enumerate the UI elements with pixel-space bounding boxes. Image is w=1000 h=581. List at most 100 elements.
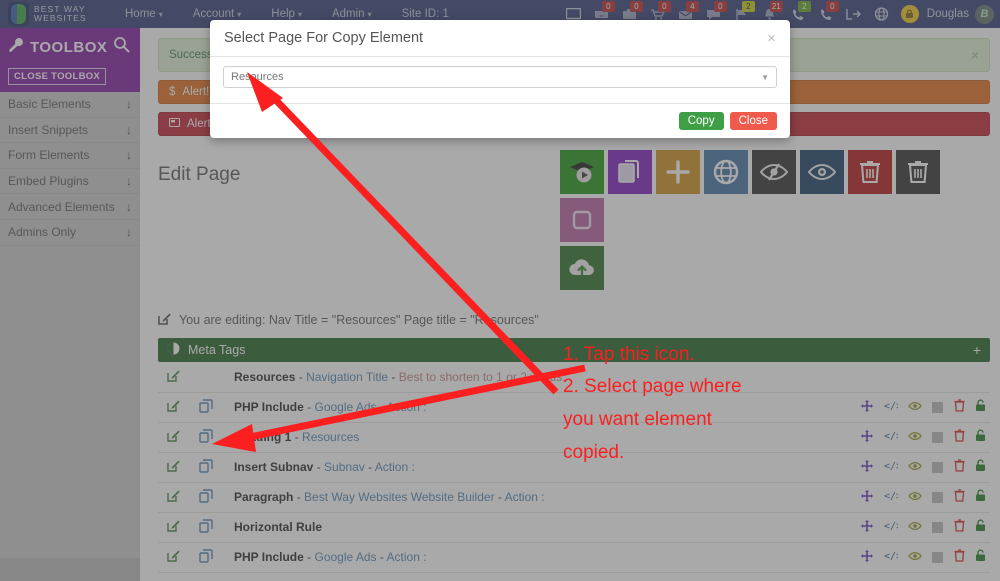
phone-icon[interactable]: 0 xyxy=(813,0,839,28)
edit-icon[interactable] xyxy=(166,550,180,565)
close-icon[interactable]: × xyxy=(971,47,979,63)
sidebar-item-embed-plugins[interactable]: Embed Plugins ↓ xyxy=(0,169,140,195)
edit-icon[interactable] xyxy=(166,460,180,475)
edit-cell[interactable] xyxy=(158,482,188,513)
element-action[interactable]: Action : xyxy=(375,460,415,474)
element-action[interactable]: Action : xyxy=(387,400,427,414)
edit-cell[interactable] xyxy=(158,512,188,543)
trash-icon[interactable] xyxy=(954,459,965,475)
edit-icon[interactable] xyxy=(166,430,180,445)
copy-element-icon[interactable] xyxy=(199,428,213,446)
copy-element-icon[interactable] xyxy=(199,488,213,506)
code-icon[interactable]: </> xyxy=(884,490,902,504)
move-icon[interactable] xyxy=(861,429,874,445)
nav-item-home[interactable]: Home ▾ xyxy=(110,8,178,20)
lock-icon[interactable] xyxy=(975,429,986,445)
element-action[interactable]: Action : xyxy=(387,550,427,564)
close-button[interactable]: Close xyxy=(729,112,777,130)
element-type[interactable]: Navigation Title xyxy=(306,370,388,384)
brand-logo[interactable]: BEST WAY WEBSITES xyxy=(0,2,110,26)
sidebar-item-basic-elements[interactable]: Basic Elements ↓ xyxy=(0,92,140,118)
table-row[interactable]: Horizontal Rule </> xyxy=(158,512,990,543)
edit-icon[interactable] xyxy=(166,520,180,535)
copy-element-icon[interactable] xyxy=(199,548,213,566)
trash-icon[interactable] xyxy=(954,489,965,505)
sidebar-item-insert-snippets[interactable]: Insert Snippets ↓ xyxy=(0,118,140,144)
square-icon[interactable] xyxy=(932,401,944,413)
trash-icon[interactable] xyxy=(954,429,965,445)
nav-item-admin[interactable]: Admin ▾ xyxy=(317,8,387,20)
move-icon[interactable] xyxy=(861,459,874,475)
copy-element-icon[interactable] xyxy=(199,398,213,416)
code-icon[interactable]: </> xyxy=(884,460,902,474)
table-row[interactable]: Resources - Navigation Title - Best to s… xyxy=(158,362,990,393)
delete-red-icon[interactable] xyxy=(848,150,892,194)
eye-icon[interactable] xyxy=(908,430,922,444)
code-icon[interactable]: </> xyxy=(884,430,902,444)
move-icon[interactable] xyxy=(861,399,874,415)
hide-code-icon[interactable] xyxy=(752,150,796,194)
element-type[interactable]: Subnav xyxy=(324,460,365,474)
close-toolbox-button[interactable]: CLOSE TOOLBOX xyxy=(8,68,107,85)
square-icon[interactable] xyxy=(932,491,944,503)
lock-icon[interactable] xyxy=(975,459,986,475)
site-logo-avatar[interactable]: B xyxy=(975,4,994,24)
lock-icon[interactable] xyxy=(975,399,986,415)
table-row[interactable]: PHP Include - Google Ads - Action : </> xyxy=(158,542,990,573)
element-type[interactable]: Google Ads xyxy=(314,400,376,414)
trash-icon[interactable] xyxy=(954,399,965,415)
edit-cell[interactable] xyxy=(158,362,188,393)
copy-page-icon[interactable] xyxy=(608,150,652,194)
code-icon[interactable]: </> xyxy=(884,550,902,564)
trash-icon[interactable] xyxy=(954,519,965,535)
edit-cell[interactable] xyxy=(158,542,188,573)
move-icon[interactable] xyxy=(861,549,874,565)
frame-icon[interactable] xyxy=(560,198,604,242)
nav-item-account[interactable]: Account ▾ xyxy=(178,8,257,20)
eye-icon[interactable] xyxy=(908,460,922,474)
delete-dark-icon[interactable] xyxy=(896,150,940,194)
eye-icon[interactable] xyxy=(908,400,922,414)
copy-cell[interactable] xyxy=(188,422,224,453)
edit-icon[interactable] xyxy=(166,370,180,385)
edit-cell[interactable] xyxy=(158,452,188,483)
table-row[interactable]: Heading 1 - Resources </> xyxy=(158,422,990,453)
copy-cell[interactable] xyxy=(188,482,224,513)
copy-cell[interactable] xyxy=(188,542,224,573)
code-icon[interactable]: </> xyxy=(884,520,902,534)
meta-tags-bar[interactable]: Meta Tags + xyxy=(158,338,990,362)
upload-cloud-icon[interactable] xyxy=(560,246,604,290)
add-meta-tag-icon[interactable]: + xyxy=(973,342,981,358)
copy-cell[interactable] xyxy=(188,512,224,543)
square-icon[interactable] xyxy=(932,521,944,533)
element-type[interactable]: Resources xyxy=(302,430,359,444)
lock-icon[interactable] xyxy=(975,489,986,505)
preview-eye-icon[interactable] xyxy=(800,150,844,194)
table-row[interactable]: Paragraph - Best Way Websites Website Bu… xyxy=(158,482,990,513)
code-icon[interactable]: </> xyxy=(884,400,902,414)
add-icon[interactable] xyxy=(656,150,700,194)
globe-icon[interactable] xyxy=(869,0,895,28)
square-icon[interactable] xyxy=(932,551,944,563)
logout-icon[interactable] xyxy=(841,0,867,28)
edit-icon[interactable] xyxy=(166,400,180,415)
sidebar-item-admins-only[interactable]: Admins Only ↓ xyxy=(0,220,140,246)
globe-publish-icon[interactable] xyxy=(704,150,748,194)
table-row[interactable]: Insert Subnav - Subnav - Action : </> xyxy=(158,452,990,483)
move-icon[interactable] xyxy=(861,489,874,505)
square-icon[interactable] xyxy=(932,461,944,473)
sidebar-item-form-elements[interactable]: Form Elements ↓ xyxy=(0,143,140,169)
copy-button[interactable]: Copy xyxy=(678,112,724,130)
eye-icon[interactable] xyxy=(908,490,922,504)
copy-cell[interactable] xyxy=(188,392,224,423)
move-icon[interactable] xyxy=(861,519,874,535)
nav-item-help[interactable]: Help ▾ xyxy=(256,8,317,20)
trash-icon[interactable] xyxy=(954,549,965,565)
element-type[interactable]: Best Way Websites Website Builder xyxy=(304,490,495,504)
tutorial-icon[interactable] xyxy=(560,150,604,194)
edit-cell[interactable] xyxy=(158,392,188,423)
page-select-dropdown[interactable]: Resources ▼ xyxy=(223,66,777,88)
eye-icon[interactable] xyxy=(908,550,922,564)
lock-icon[interactable] xyxy=(975,519,986,535)
edit-cell[interactable] xyxy=(158,422,188,453)
